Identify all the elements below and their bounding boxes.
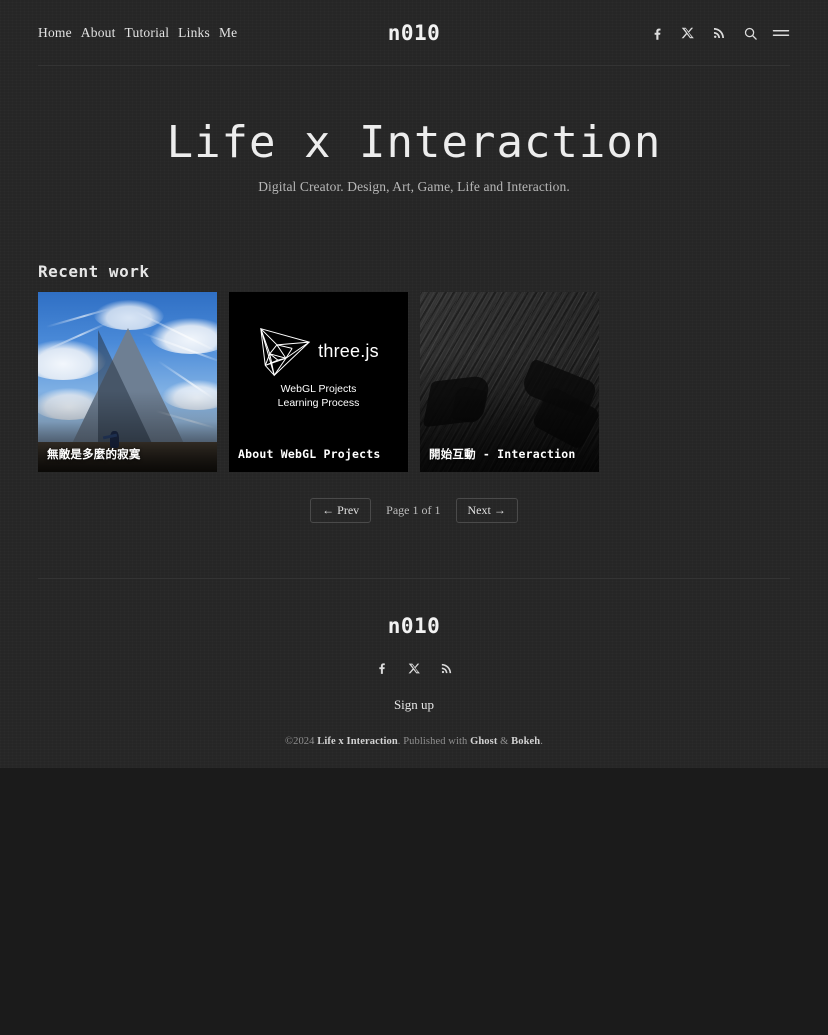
copyright-prefix: ©2024 [285,736,318,747]
prev-page-button[interactable]: ← Prev [310,498,372,523]
nav-item-home[interactable]: Home [38,25,72,41]
copyright-period: . [540,736,543,747]
primary-navigation: Home About Tutorial Links Me [38,25,237,41]
threejs-caption-line1: WebGL Projects [280,382,357,395]
header-divider [38,65,790,66]
nav-item-me[interactable]: Me [219,25,237,41]
footer-divider [38,578,790,579]
threejs-artwork: three.js WebGL Projects Learning Process [229,292,408,472]
hero-section: Life x Interaction Digital Creator. Desi… [0,117,828,195]
facebook-icon[interactable] [648,24,666,42]
card-gradient-overlay [38,292,217,472]
threejs-caption: WebGL Projects Learning Process [278,383,360,411]
threejs-logo-text: three.js [318,341,379,362]
page-status: Page 1 of 1 [386,503,441,517]
search-icon[interactable] [741,24,759,42]
copyright-published-with: . Published with [397,736,471,747]
x-twitter-icon[interactable] [679,24,697,42]
x-twitter-icon[interactable] [405,659,423,677]
post-card[interactable]: 無敵是多麼的寂寞 [38,292,217,472]
section-heading-recent-work: Recent work [38,262,150,281]
nav-item-links[interactable]: Links [178,25,210,41]
page-subtitle: Digital Creator. Design, Art, Game, Life… [258,178,570,194]
site-footer: n010 Sign up ©2024 Life x Interaction. P… [0,600,828,747]
hamburger-menu-icon[interactable] [772,24,790,42]
post-card-title: 開始互動 - Interaction [429,447,576,462]
footer-copyright: ©2024 Life x Interaction. Published with… [0,736,828,747]
facebook-icon[interactable] [373,659,391,677]
bokeh-link[interactable]: Bokeh [511,736,540,747]
threejs-caption-line2: Learning Process [277,396,360,409]
header-actions [648,24,790,42]
threejs-logo-icon [260,327,311,376]
rss-icon[interactable] [710,24,728,42]
copyright-amp: & [497,736,512,747]
pagination: ← Prev Page 1 of 1 Next → [0,498,828,523]
post-card-grid: 無敵是多麼的寂寞 three.js WebGL Projects Learnin… [38,292,790,472]
nav-item-about[interactable]: About [81,25,116,41]
post-card-title: 無敵是多麼的寂寞 [47,447,141,462]
post-card[interactable]: 開始互動 - Interaction [420,292,599,472]
footer-social-links [0,659,828,677]
rss-icon[interactable] [437,659,455,677]
ghost-link[interactable]: Ghost [470,736,497,747]
page-title: Life x Interaction [166,117,662,168]
next-page-button[interactable]: Next → [455,498,518,523]
copyright-site-link[interactable]: Life x Interaction [317,736,398,747]
footer-logo[interactable]: n010 [388,614,441,638]
nav-item-tutorial[interactable]: Tutorial [125,25,170,41]
card-gradient-overlay [420,292,599,472]
post-card[interactable]: three.js WebGL Projects Learning Process… [229,292,408,472]
post-card-title: About WebGL Projects [238,447,381,462]
site-logo[interactable]: n010 [388,21,441,45]
page-below-area [0,768,828,1035]
signup-link[interactable]: Sign up [394,697,434,713]
